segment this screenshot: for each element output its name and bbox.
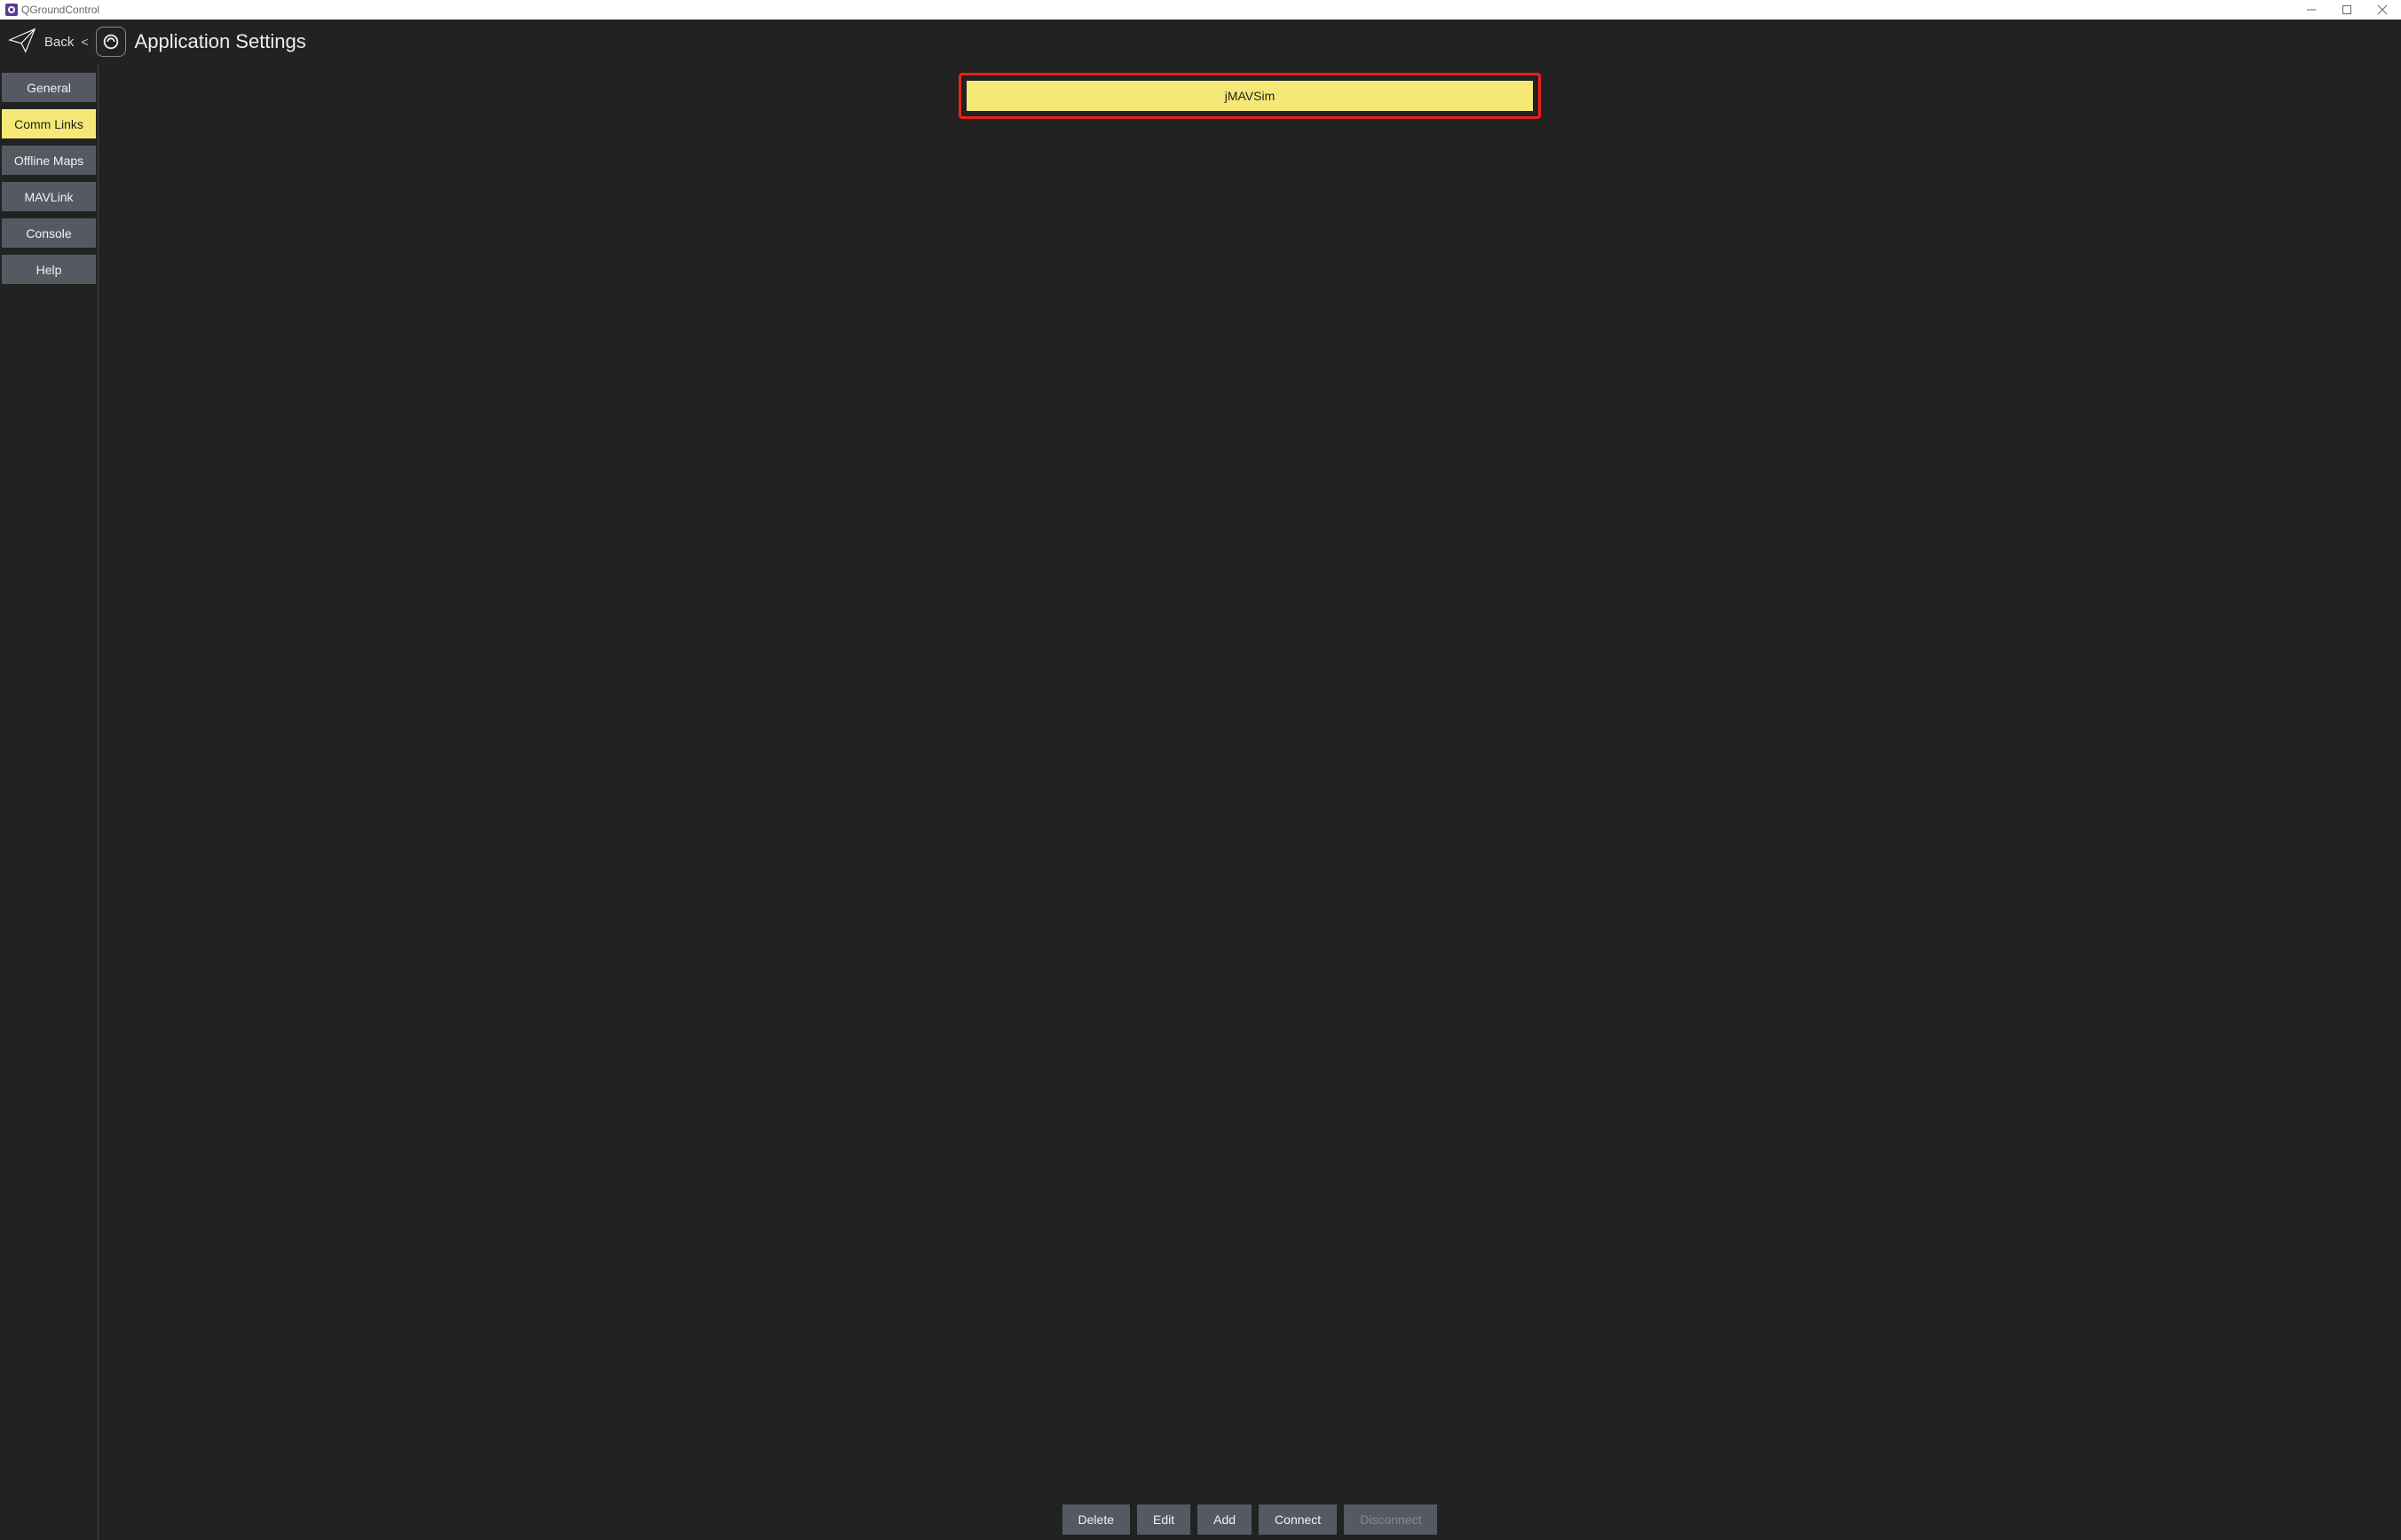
app-header: Back < Application Settings [0,20,2401,64]
maximize-button[interactable] [2341,4,2353,16]
window-title: QGroundControl [21,4,99,16]
sidebar-item-console[interactable]: Console [2,218,96,248]
edit-button[interactable]: Edit [1137,1504,1190,1535]
close-button[interactable] [2376,4,2389,16]
comm-link-list: jMAVSim [99,64,2401,119]
settings-icon[interactable] [96,27,126,57]
minimize-button[interactable] [2305,4,2318,16]
sidebar-item-label: General [27,81,71,95]
delete-button[interactable]: Delete [1062,1504,1130,1535]
main-panel: jMAVSim Delete Edit Add Connect Disconne… [99,64,2401,1540]
sidebar-item-label: Offline Maps [14,154,83,168]
chevron-left-icon: < [81,35,88,49]
disconnect-button: Disconnect [1344,1504,1437,1535]
sidebar-item-label: Help [36,263,62,277]
sidebar-item-label: Comm Links [14,117,83,131]
add-button[interactable]: Add [1197,1504,1252,1535]
sidebar-item-help[interactable]: Help [2,255,96,284]
sidebar-item-mavlink[interactable]: MAVLink [2,182,96,211]
comm-link-name: jMAVSim [1225,89,1276,103]
sidebar-item-label: MAVLink [25,190,74,204]
comm-link-entry[interactable]: jMAVSim [967,81,1533,111]
page-title: Application Settings [135,30,306,53]
action-bar: Delete Edit Add Connect Disconnect [99,1504,2401,1535]
window-titlebar: QGroundControl [0,0,2401,20]
app-icon [5,4,18,16]
back-button[interactable]: Back [44,35,74,50]
sidebar-item-label: Console [26,226,71,241]
sidebar-item-general[interactable]: General [2,73,96,102]
annotation-highlight: jMAVSim [959,73,1541,119]
connect-button[interactable]: Connect [1259,1504,1337,1535]
paper-plane-icon[interactable] [7,25,37,59]
settings-sidebar: General Comm Links Offline Maps MAVLink … [0,64,96,1540]
sidebar-item-comm-links[interactable]: Comm Links [2,109,96,138]
sidebar-item-offline-maps[interactable]: Offline Maps [2,146,96,175]
